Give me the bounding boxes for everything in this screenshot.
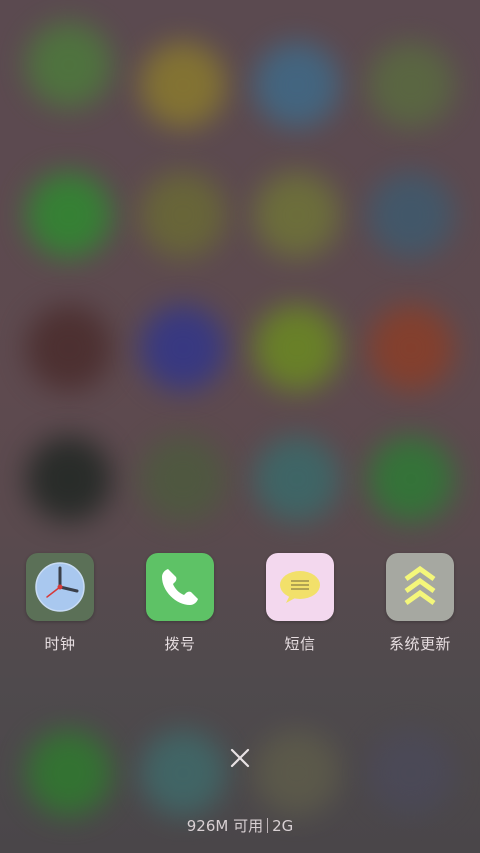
- clear-recents-button[interactable]: [226, 744, 254, 772]
- app-label-messages: 短信: [284, 635, 316, 653]
- blurred-app-icon: [254, 305, 340, 391]
- blurred-app-icon: [368, 42, 454, 128]
- blurred-app-icon: [254, 42, 340, 128]
- blurred-home-screen: [0, 0, 480, 853]
- memory-status: 926M 可用 2G: [0, 815, 480, 836]
- blurred-app-icon: [368, 436, 454, 522]
- blurred-app-icon: [140, 172, 226, 258]
- recent-app-dialer[interactable]: 拨号: [130, 553, 230, 663]
- blurred-app-icon: [140, 42, 226, 128]
- blurred-app-icon: [26, 305, 112, 391]
- blurred-app-icon: [368, 730, 454, 816]
- recent-app-messages[interactable]: 短信: [250, 553, 350, 663]
- recent-app-system-update[interactable]: 系统更新: [370, 553, 470, 663]
- memory-total: 2G: [272, 817, 294, 835]
- blurred-app-icon: [368, 305, 454, 391]
- recent-app-clock[interactable]: 时钟: [10, 553, 110, 663]
- system-update-icon[interactable]: [386, 553, 454, 621]
- blurred-app-icon: [368, 172, 454, 258]
- blurred-app-icon: [254, 436, 340, 522]
- recent-apps-row: 时钟 拨号 短信 系统更新: [0, 553, 480, 663]
- close-icon[interactable]: [228, 746, 252, 770]
- blurred-app-icon: [26, 22, 112, 108]
- blurred-app-icon: [140, 436, 226, 522]
- clock-icon[interactable]: [26, 553, 94, 621]
- app-label-clock: 时钟: [44, 635, 76, 653]
- app-label-system-update: 系统更新: [388, 635, 451, 653]
- blurred-app-icon: [26, 436, 112, 522]
- blurred-app-icon: [254, 730, 340, 816]
- message-icon[interactable]: [266, 553, 334, 621]
- phone-icon[interactable]: [146, 553, 214, 621]
- blurred-app-icon: [140, 730, 226, 816]
- blurred-app-icon: [26, 730, 112, 816]
- blurred-app-icon: [140, 305, 226, 391]
- memory-available: 926M 可用: [186, 817, 264, 835]
- app-label-dialer: 拨号: [164, 635, 196, 653]
- memory-divider: [267, 818, 269, 833]
- blurred-app-icon: [254, 172, 340, 258]
- blurred-app-icon: [26, 172, 112, 258]
